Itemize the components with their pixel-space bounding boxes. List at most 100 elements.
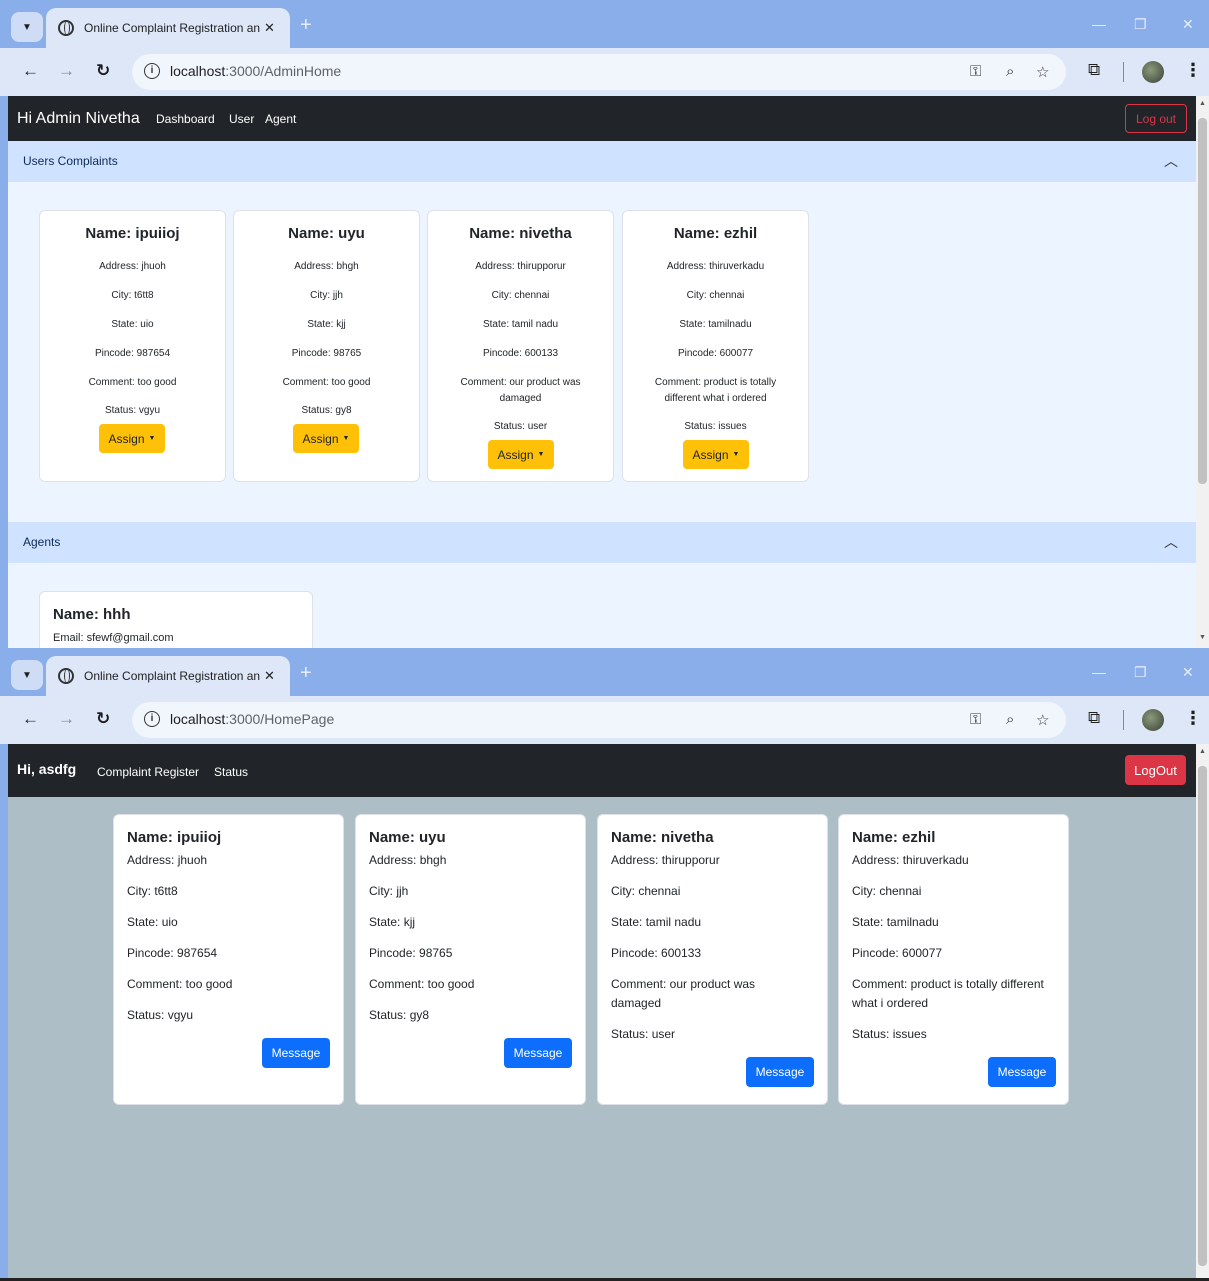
complaint-state: State: tamil nadu [611, 915, 702, 929]
scroll-up-icon[interactable]: ▲ [1199, 748, 1206, 755]
new-tab-button[interactable]: + [300, 14, 312, 37]
complaint-city: City: jjh [369, 884, 409, 898]
agent-name: Name: hhh [53, 606, 131, 623]
complaint-card: Name: nivetha Address: thirupporur City:… [427, 210, 614, 482]
site-info-icon[interactable]: i [144, 63, 160, 79]
user-navbar: Hi, asdfg Complaint Register Status LogO… [8, 744, 1196, 797]
key-icon[interactable]: ⚿ [970, 63, 981, 80]
page-scrollbar[interactable]: ▲ [1196, 744, 1209, 1281]
site-info-icon[interactable]: i [144, 711, 160, 727]
complaint-city: City: chennai [686, 290, 745, 301]
complaint-comment: Comment: our product was damaged [460, 377, 581, 404]
forward-arrow-icon[interactable]: → [58, 61, 75, 81]
users-complaints-accordion-header[interactable]: Users Complaints ︿ [8, 141, 1196, 182]
complaint-comment: Comment: too good [369, 977, 475, 991]
address-bar[interactable]: i localhost:3000/HomePage ⚿ ⌕ ☆ [132, 702, 1066, 738]
zoom-icon[interactable]: ⌕ [1006, 711, 1014, 728]
zoom-icon[interactable]: ⌕ [1006, 63, 1014, 80]
nav-agent[interactable]: Agent [265, 112, 296, 126]
profile-avatar[interactable] [1142, 61, 1164, 83]
navbar-brand[interactable]: Hi, asdfg [17, 761, 76, 777]
close-tab-icon[interactable]: ✕ [264, 668, 275, 684]
tab-strip: ▼ Online Complaint Registration and ✕ + … [0, 648, 1209, 696]
chevron-up-icon[interactable]: ︿ [1164, 141, 1178, 182]
close-tab-icon[interactable]: ✕ [264, 20, 275, 36]
reload-icon[interactable]: ↻ [96, 61, 110, 81]
back-arrow-icon[interactable]: ← [22, 61, 39, 81]
agent-card: Name: hhh Email: sfewf@gmail.com [39, 591, 313, 648]
admin-navbar: Hi Admin Nivetha Dashboard User Agent Lo… [8, 96, 1196, 141]
complaint-name: Name: nivetha [611, 829, 714, 846]
complaint-address: Address: bhgh [369, 853, 447, 867]
scroll-up-icon[interactable]: ▲ [1199, 100, 1206, 107]
complaint-status: Status: issues [684, 421, 747, 432]
complaint-comment: Comment: product is totally different wh… [654, 377, 777, 404]
message-button[interactable]: Message [746, 1057, 814, 1087]
message-button[interactable]: Message [262, 1038, 330, 1068]
accordion-title: Users Complaints [23, 154, 118, 168]
nav-status[interactable]: Status [214, 765, 248, 779]
restore-button[interactable]: ❐ [1134, 664, 1147, 681]
logout-button[interactable]: LogOut [1125, 755, 1186, 785]
complaint-city: City: chennai [491, 290, 550, 301]
url-text: localhost:3000/AdminHome [170, 63, 341, 79]
browser-tab[interactable]: Online Complaint Registration and ✕ [46, 8, 290, 48]
tab-search-button[interactable]: ▼ [11, 660, 43, 690]
extensions-icon[interactable]: ⧉ [1088, 708, 1100, 728]
key-icon[interactable]: ⚿ [970, 711, 981, 728]
forward-arrow-icon[interactable]: → [58, 709, 75, 729]
close-window-button[interactable]: ✕ [1182, 16, 1194, 33]
agents-accordion-header[interactable]: Agents ︿ [8, 522, 1196, 563]
star-icon[interactable]: ☆ [1036, 711, 1049, 729]
assign-dropdown-button[interactable]: Assign ▼ [293, 424, 359, 453]
caret-down-icon: ▼ [732, 451, 740, 458]
agent-email: Email: sfewf@gmail.com [53, 632, 174, 644]
tab-search-button[interactable]: ▼ [11, 12, 43, 42]
assign-label: Assign [692, 447, 729, 462]
scrollbar-thumb[interactable] [1198, 766, 1207, 1266]
user-browser-window: ▼ Online Complaint Registration and ✕ + … [0, 648, 1209, 1281]
back-arrow-icon[interactable]: ← [22, 709, 39, 729]
reload-icon[interactable]: ↻ [96, 709, 110, 729]
browser-tab[interactable]: Online Complaint Registration and ✕ [46, 656, 290, 696]
restore-button[interactable]: ❐ [1134, 16, 1147, 33]
complaint-comment: Comment: too good [282, 377, 371, 388]
message-button[interactable]: Message [988, 1057, 1056, 1087]
nav-complaint-register[interactable]: Complaint Register [97, 765, 199, 779]
assign-dropdown-button[interactable]: Assign ▼ [683, 440, 749, 469]
complaint-name: Name: uyu [288, 225, 365, 242]
assign-dropdown-button[interactable]: Assign ▼ [99, 424, 165, 453]
star-icon[interactable]: ☆ [1036, 63, 1049, 81]
nav-dashboard[interactable]: Dashboard [156, 112, 215, 126]
complaint-address: Address: thiruverkadu [666, 261, 765, 272]
minimize-button[interactable]: — [1092, 664, 1106, 680]
new-tab-button[interactable]: + [300, 662, 312, 685]
address-bar[interactable]: i localhost:3000/AdminHome ⚿ ⌕ ☆ [132, 54, 1066, 90]
admin-page: Hi Admin Nivetha Dashboard User Agent Lo… [8, 96, 1196, 648]
logout-button[interactable]: Log out [1125, 104, 1187, 133]
complaint-pincode: Pincode: 600133 [611, 946, 702, 960]
page-scrollbar[interactable]: ▲ ▼ [1196, 96, 1209, 648]
scrollbar-thumb[interactable] [1198, 118, 1207, 484]
complaint-card: Name: ezhil Address: thiruverkadu City: … [622, 210, 809, 482]
menu-kebab-icon[interactable]: ⋮ [1184, 60, 1202, 81]
close-window-button[interactable]: ✕ [1182, 664, 1194, 681]
chevron-up-icon[interactable]: ︿ [1164, 522, 1178, 563]
complaint-card: Name: ezhil Address: thiruverkadu City: … [838, 814, 1069, 1105]
complaint-state: State: kjj [369, 915, 416, 929]
minimize-button[interactable]: — [1092, 16, 1106, 32]
scroll-down-icon[interactable]: ▼ [1199, 634, 1206, 641]
nav-user[interactable]: User [229, 112, 254, 126]
complaint-name: Name: uyu [369, 829, 446, 846]
profile-avatar[interactable] [1142, 709, 1164, 731]
assign-label: Assign [497, 447, 534, 462]
url-host: localhost [170, 711, 226, 727]
message-button[interactable]: Message [504, 1038, 572, 1068]
extensions-icon[interactable]: ⧉ [1088, 60, 1100, 80]
navbar-brand[interactable]: Hi Admin Nivetha [17, 110, 140, 128]
assign-dropdown-button[interactable]: Assign ▼ [488, 440, 554, 469]
caret-down-icon: ▼ [342, 435, 350, 442]
complaint-address: Address: thirupporur [475, 261, 566, 272]
menu-kebab-icon[interactable]: ⋮ [1184, 708, 1202, 729]
complaint-state: State: kjj [307, 319, 346, 330]
